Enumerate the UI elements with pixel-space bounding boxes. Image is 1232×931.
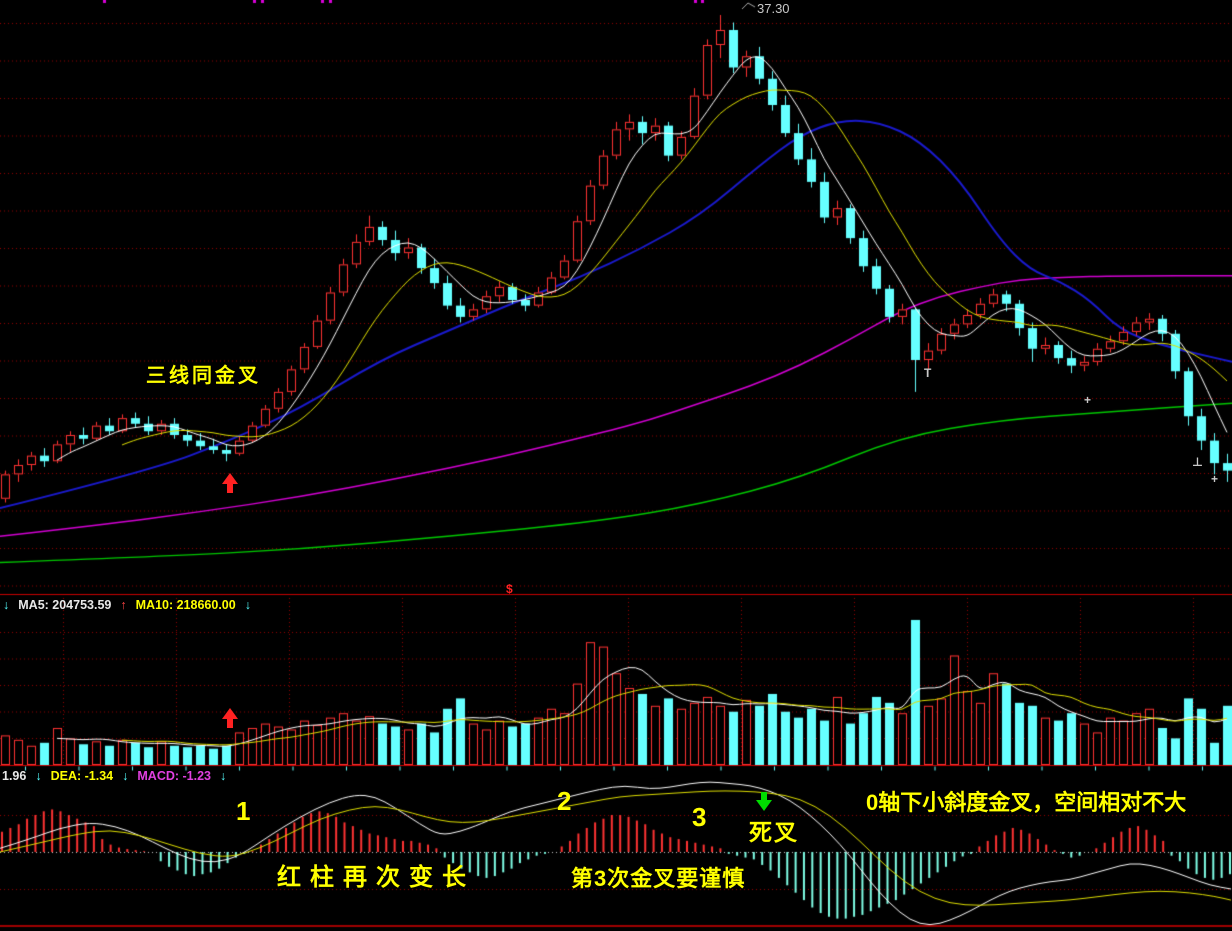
doji-marker: + xyxy=(1084,393,1091,407)
volume-up-arrow-icon: ↑ xyxy=(120,599,126,612)
arrow-stem xyxy=(761,792,767,800)
macd-down-arrow-icon-3: ↓ xyxy=(220,770,226,783)
buy-signal-arrow-icon-volume xyxy=(221,708,239,728)
golden-cross-label-3: 3 xyxy=(692,804,706,830)
dollar-marker: $ xyxy=(506,583,513,595)
doji-marker: ⊥ xyxy=(1192,455,1203,469)
volume-ma10-value: MA10: 218660.00 xyxy=(136,599,236,612)
buy-signal-arrow-icon-main xyxy=(221,473,239,493)
zero-axis-note: 0轴下小斜度金叉，空间相对不大 xyxy=(866,792,1186,814)
volume-header: ↓ MA5: 204753.59 ↑ MA10: 218660.00 ↓ xyxy=(3,599,251,612)
stock-chart-window: 37.30 三线同金叉 ↓ MA5: 204753.59 ↑ MA10: 218… xyxy=(0,0,1232,931)
volume-down-arrow-icon-2: ↓ xyxy=(245,599,251,612)
volume-down-arrow-icon-1: ↓ xyxy=(3,599,9,612)
arrow-head xyxy=(222,708,238,719)
macd-down-arrow-icon-2: ↓ xyxy=(122,770,128,783)
golden-cross-label-1: 1 xyxy=(236,798,250,824)
arrow-stem xyxy=(227,719,233,728)
third-cross-note: 第3次金叉要谨慎 xyxy=(571,868,745,890)
macd-macd-value: MACD: -1.23 xyxy=(137,770,211,783)
macd-header: 1.96 ↓ DEA: -1.34 ↓ MACD: -1.23 ↓ xyxy=(2,770,226,783)
doji-marker: T xyxy=(924,366,931,380)
arrow-head xyxy=(756,800,772,811)
red-bars-note: 红柱再次变长 xyxy=(277,866,475,890)
three-line-golden-cross-note: 三线同金叉 xyxy=(146,366,261,386)
peak-price-label: 37.30 xyxy=(757,2,790,15)
arrow-head xyxy=(222,473,238,484)
arrow-stem xyxy=(227,484,233,493)
death-cross-arrow-icon xyxy=(755,792,773,811)
death-cross-label: 死叉 xyxy=(749,821,799,844)
doji-marker: + xyxy=(1211,472,1218,486)
macd-dea-value: DEA: -1.34 xyxy=(51,770,114,783)
golden-cross-label-2: 2 xyxy=(557,788,571,814)
volume-ma5-value: MA5: 204753.59 xyxy=(18,599,111,612)
macd-dif-value: 1.96 xyxy=(2,770,26,783)
macd-down-arrow-icon-1: ↓ xyxy=(35,770,41,783)
